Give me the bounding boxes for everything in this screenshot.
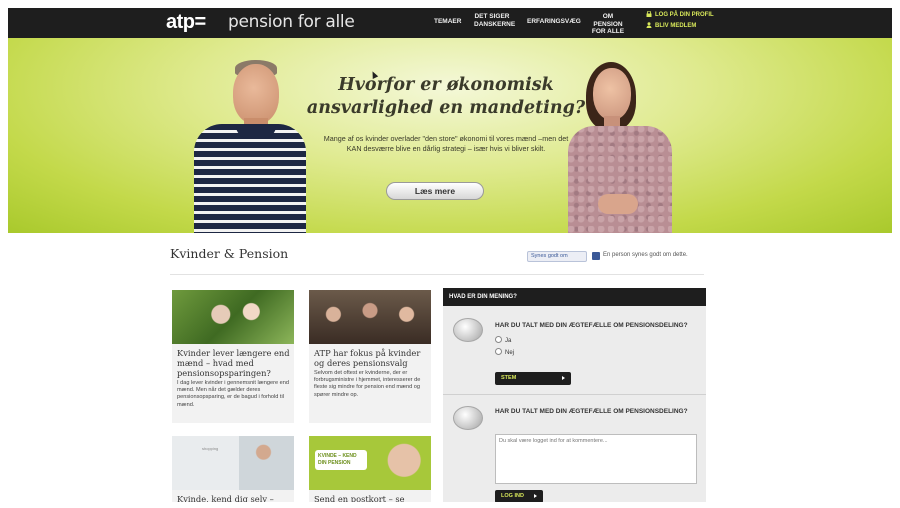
nav-det-siger-danskerne[interactable]: DET SIGER DANSKERNE	[474, 13, 515, 28]
poll-header: HVAD ER DIN MENING?	[443, 288, 706, 306]
read-more-button[interactable]: Læs mere	[386, 182, 484, 200]
article-image-banner: KVINDE – KEND DIN PENSION	[309, 436, 431, 490]
arrow-right-icon	[534, 494, 537, 498]
like-count-text: En person synes godt om dette.	[603, 252, 688, 258]
hero-banner: Hvorfor er økonomisk ansvarlighed en man…	[8, 38, 892, 233]
poll-divider	[443, 394, 706, 395]
nav-temaer[interactable]: TEMAER	[434, 18, 461, 26]
like-button-label: Synes godt om	[531, 253, 568, 259]
signup-link[interactable]: BLIV MEDLEM	[646, 22, 696, 29]
facebook-like-button[interactable]: Synes godt om	[527, 251, 587, 262]
woman-photo-blouse	[568, 126, 672, 233]
section-title: Kvinder & Pension	[170, 246, 289, 261]
facebook-icon	[592, 252, 600, 260]
vote-button[interactable]: STEM	[495, 372, 571, 385]
user-icon	[646, 22, 652, 28]
article-card-2[interactable]: ATP har fokus på kvinder og deres pensio…	[309, 290, 431, 423]
login-link-label: LOG PÅ DIN PROFIL	[655, 12, 714, 18]
article-card-4[interactable]: KVINDE – KEND DIN PENSION Send en postko…	[309, 436, 431, 502]
radio-button-icon[interactable]	[495, 336, 502, 343]
woman-photo-head	[593, 68, 631, 120]
poll-question-2: HAR DU TALT MED DIN ÆGTEFÆLLE OM PENSION…	[495, 408, 688, 415]
login-link[interactable]: LOG PÅ DIN PROFIL	[646, 11, 714, 18]
radio-nej-label: Nej	[505, 350, 515, 356]
article-title[interactable]: ATP har fokus på kvinder og deres pensio…	[314, 348, 428, 368]
radio-ja[interactable]: Ja	[495, 336, 511, 344]
man-photo-shirt	[194, 124, 306, 233]
poll-question-1: HAR DU TALT MED DIN ÆGTEFÆLLE OM PENSION…	[495, 322, 688, 329]
man-photo-head	[233, 64, 279, 124]
article-excerpt: Selvom det oftest er kvinderne, der er f…	[314, 370, 421, 398]
arrow-right-icon	[562, 376, 565, 380]
article-title[interactable]: Send en postkort – se mere	[314, 494, 428, 502]
radio-ja-label: Ja	[505, 338, 512, 344]
login-button[interactable]: LOG IND	[495, 490, 543, 502]
atp-logo[interactable]: atp=	[166, 11, 206, 34]
top-navigation-bar: atp= pension for alle TEMAER DET SIGER D…	[8, 8, 892, 38]
article-title[interactable]: Kvinder lever længere end mænd – hvad me…	[177, 348, 291, 378]
radio-button-icon[interactable]	[495, 348, 502, 355]
hero-text: Mange af os kvinder overlader "den store…	[323, 134, 569, 153]
hero-title: Hvorfor er økonomisk ansvarlighed en man…	[306, 75, 586, 118]
speech-bubble-icon	[453, 318, 483, 342]
browser-viewport: atp= pension for alle TEMAER DET SIGER D…	[8, 8, 892, 502]
nav-erfaringsvaeg[interactable]: ERFARINGSVÆG	[527, 18, 581, 26]
article-image-person: shopping	[172, 436, 294, 490]
article-image-garden	[172, 290, 294, 344]
article-image-women-group	[309, 290, 431, 344]
woman-photo-hands	[598, 194, 638, 214]
poll-panel: HVAD ER DIN MENING? HAR DU TALT MED DIN …	[443, 288, 706, 502]
card-overlay-label: shopping	[202, 446, 219, 451]
site-tagline: pension for alle	[228, 12, 355, 32]
promo-banner-text: KVINDE – KEND DIN PENSION	[315, 450, 367, 470]
login-button-label: LOG IND	[501, 493, 524, 499]
signup-link-label: BLIV MEDLEM	[655, 23, 697, 29]
section-divider	[170, 274, 704, 275]
nav-om-pension-for-alle[interactable]: OM PENSION FOR ALLE	[588, 13, 628, 36]
article-excerpt: I dag lever kvinder i gennemsnit længere…	[177, 380, 289, 408]
article-card-1[interactable]: Kvinder lever længere end mænd – hvad me…	[172, 290, 294, 423]
article-title[interactable]: Kvinde, kend dig selv – pension	[177, 494, 291, 502]
lock-icon	[646, 11, 652, 17]
comment-textarea[interactable]	[495, 434, 697, 484]
man-photo-collar	[236, 124, 276, 138]
article-card-3[interactable]: shopping Kvinde, kend dig selv – pension	[172, 436, 294, 502]
speech-bubble-icon	[453, 406, 483, 430]
vote-button-label: STEM	[501, 375, 517, 381]
radio-nej[interactable]: Nej	[495, 348, 514, 356]
